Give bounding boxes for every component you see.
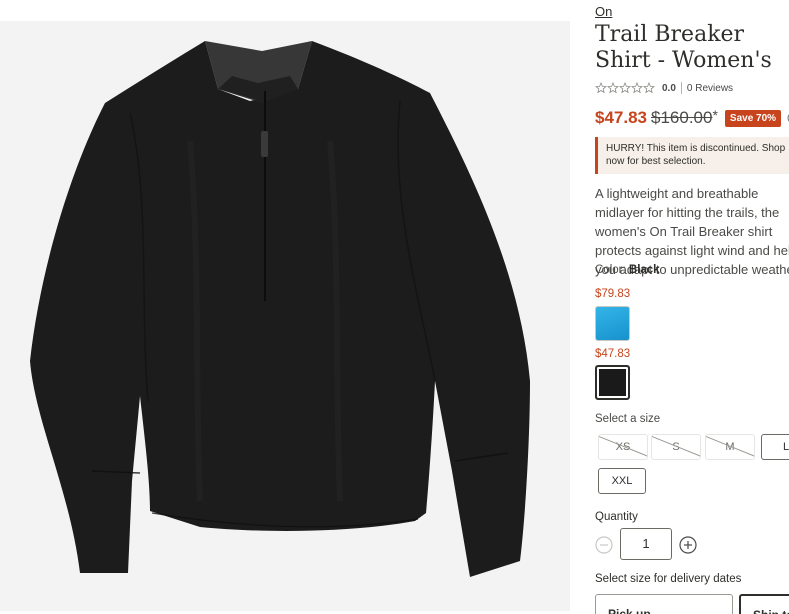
color-swatch-blue[interactable] [595,306,630,341]
pickup-option[interactable]: Pick up [595,594,733,614]
color-label: Color: Black [595,264,660,276]
price-asterisk: * [712,107,718,123]
sale-price: $47.83 [595,108,647,127]
decrease-quantity-icon[interactable] [595,536,613,554]
quantity-label: Quantity [595,511,638,523]
quantity-input[interactable]: 1 [620,528,672,560]
star-icon [607,82,619,94]
rating-value: 0.0 [662,82,676,94]
color-label-prefix: Color: [595,264,626,276]
price-row: $47.83 $160.00 * Save 70% [595,107,789,128]
color-swatch-black[interactable] [595,365,630,400]
swatch-price-blue: $79.83 [595,288,631,300]
star-icon [619,82,631,94]
increase-quantity-icon[interactable] [679,536,697,554]
selected-color-name: Black [628,264,660,276]
star-rating [595,82,655,94]
swatch-price-black: $47.83 [595,348,631,360]
original-price: $160.00 [651,108,713,127]
delivery-label: Select size for delivery dates [595,573,742,585]
size-label: Select a size [595,413,661,425]
save-badge: Save 70% [724,109,782,127]
rating-row[interactable]: 0.0 0 Reviews [595,81,733,95]
review-count-link[interactable]: 0 Reviews [687,83,733,94]
shirt-illustration [30,41,530,577]
brand-link[interactable]: On [595,4,612,19]
size-button-xxl[interactable]: XXL [598,468,646,494]
size-button-xs[interactable]: XS [598,434,648,460]
star-icon [595,82,607,94]
divider [680,82,682,94]
size-button-l[interactable]: L [761,434,789,460]
ship-option[interactable]: Ship to address [739,594,789,614]
size-button-s[interactable]: S [651,434,701,460]
discontinued-alert: HURRY! This item is discontinued. Shop n… [595,137,789,174]
star-icon [643,82,655,94]
star-icon [631,82,643,94]
product-info-panel: On Trail Breaker Shirt - Women's 0.0 0 R… [595,0,789,614]
product-title: Trail Breaker Shirt - Women's [595,22,772,73]
product-image[interactable] [0,21,570,611]
size-button-m[interactable]: M [705,434,755,460]
